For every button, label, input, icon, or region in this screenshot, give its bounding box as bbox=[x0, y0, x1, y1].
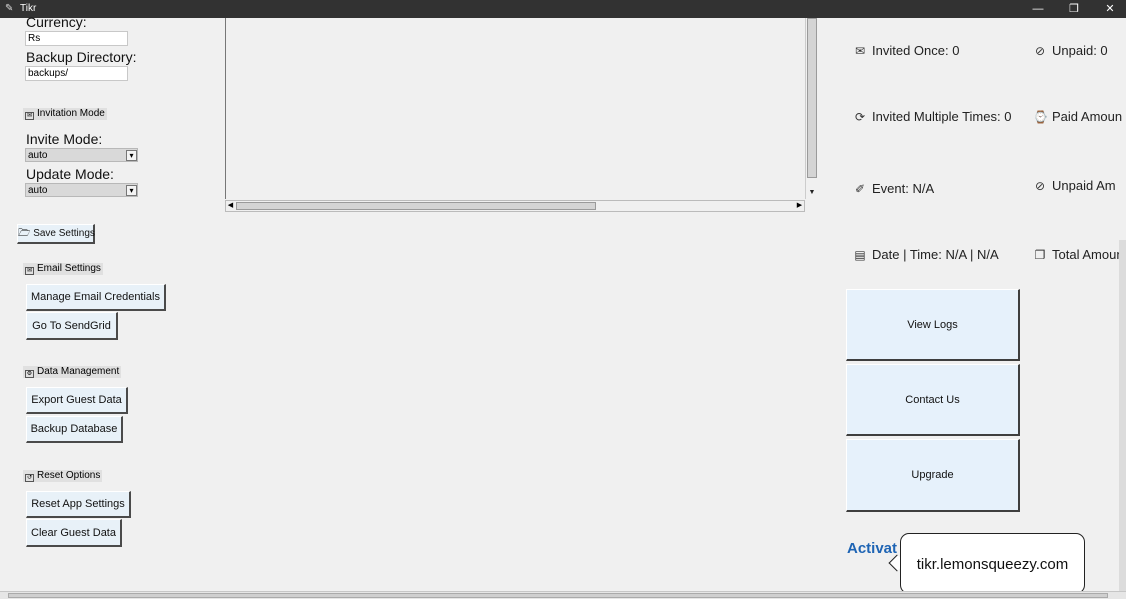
unpaid-stat: ⊘ Unpaid: 0 bbox=[1033, 43, 1108, 58]
invited-once-stat: ✉ Invited Once: 0 bbox=[853, 43, 959, 58]
prohibited-icon: ⊘ bbox=[1034, 44, 1046, 58]
window-scroll-thumb[interactable] bbox=[8, 593, 1108, 598]
data-management-section: ⚙ Data Management bbox=[23, 366, 122, 378]
backup-directory-input[interactable]: backups/ bbox=[25, 66, 128, 81]
party-popper-icon: ✐ bbox=[854, 182, 866, 196]
data-management-heading: Data Management bbox=[37, 366, 120, 377]
right-panel-scrollbar[interactable] bbox=[1119, 240, 1126, 592]
receipt-icon: ❐ bbox=[1034, 248, 1046, 262]
prohibited-icon: ⊘ bbox=[1034, 179, 1046, 193]
chevron-down-icon[interactable]: ▾ bbox=[126, 185, 137, 196]
reset-options-section: ↺ Reset Options bbox=[23, 470, 103, 482]
window-title: Tikr bbox=[20, 3, 37, 14]
envelope-icon: ✉ bbox=[25, 112, 34, 120]
email-settings-section: ✉ Email Settings bbox=[23, 263, 103, 275]
clear-guest-data-button[interactable]: Clear Guest Data bbox=[26, 519, 122, 547]
currency-label: Currency: bbox=[26, 14, 87, 30]
save-settings-button[interactable]: 🗁 Save Settings bbox=[17, 224, 95, 244]
reset-app-settings-button[interactable]: Reset App Settings bbox=[26, 491, 131, 518]
minimize-button[interactable]: — bbox=[1020, 0, 1056, 18]
reset-options-heading: Reset Options bbox=[37, 470, 101, 481]
invite-mode-value: auto bbox=[28, 150, 48, 161]
money-bag-icon: ⌚ bbox=[1033, 110, 1048, 124]
invite-mode-label: Invite Mode: bbox=[26, 131, 103, 147]
horizontal-scrollbar[interactable]: ◀ ▶ bbox=[225, 200, 805, 212]
activate-link[interactable]: Activat bbox=[847, 540, 900, 557]
event-text: Event: N/A bbox=[872, 181, 935, 196]
chevron-down-icon[interactable]: ▾ bbox=[126, 150, 137, 161]
date-time-text: Date | Time: N/A | N/A bbox=[872, 247, 999, 262]
total-amount-stat: ❐ Total Amoun bbox=[1033, 247, 1124, 262]
invite-mode-select[interactable]: auto ▾ bbox=[25, 148, 138, 162]
title-bar: ✎ Tikr — ❐ ✕ bbox=[0, 0, 1126, 18]
log-text-area[interactable] bbox=[225, 18, 805, 199]
url-tooltip: tikr.lemonsqueezy.com bbox=[900, 533, 1085, 594]
view-logs-button[interactable]: View Logs bbox=[846, 289, 1020, 361]
go-to-sendgrid-button[interactable]: Go To SendGrid bbox=[26, 312, 118, 340]
date-time-stat: ▤ Date | Time: N/A | N/A bbox=[853, 247, 999, 262]
save-settings-label: Save Settings bbox=[33, 228, 95, 239]
email-settings-heading: Email Settings bbox=[37, 263, 101, 274]
folder-icon: 🗁 bbox=[18, 228, 31, 239]
close-button[interactable]: ✕ bbox=[1092, 0, 1126, 18]
reset-icon: ↺ bbox=[25, 474, 34, 482]
calendar-icon: ▤ bbox=[854, 248, 866, 262]
scroll-left-arrow-icon[interactable]: ◀ bbox=[226, 201, 235, 211]
invited-once-text: Invited Once: 0 bbox=[872, 43, 960, 58]
total-amount-text: Total Amoun bbox=[1052, 247, 1124, 262]
manage-email-credentials-button[interactable]: Manage Email Credentials bbox=[26, 284, 166, 311]
backup-directory-label: Backup Directory: bbox=[26, 49, 137, 65]
invitation-mode-heading: Invitation Mode bbox=[37, 108, 105, 119]
upgrade-button[interactable]: Upgrade bbox=[846, 439, 1020, 512]
feather-icon: ✎ bbox=[5, 3, 14, 14]
paid-amount-stat: ⌚ Paid Amoun bbox=[1033, 109, 1122, 124]
repeat-icon: ⟳ bbox=[854, 110, 866, 124]
event-stat: ✐ Event: N/A bbox=[853, 181, 934, 196]
update-mode-select[interactable]: auto ▾ bbox=[25, 183, 138, 197]
mail-icon: ✉ bbox=[25, 267, 34, 275]
invitation-mode-section: ✉ Invitation Mode bbox=[23, 108, 107, 120]
unpaid-amount-text: Unpaid Am bbox=[1052, 178, 1116, 193]
update-mode-label: Update Mode: bbox=[26, 166, 114, 182]
envelope-open-icon: ✉ bbox=[854, 44, 866, 58]
unpaid-amount-stat: ⊘ Unpaid Am bbox=[1033, 178, 1116, 193]
horizontal-scroll-thumb[interactable] bbox=[236, 202, 596, 210]
gear-icon: ⚙ bbox=[25, 370, 34, 378]
currency-input[interactable]: Rs bbox=[25, 31, 128, 46]
invited-multiple-text: Invited Multiple Times: 0 bbox=[872, 109, 1012, 124]
invited-multiple-stat: ⟳ Invited Multiple Times: 0 bbox=[853, 109, 1011, 124]
restore-button[interactable]: ❐ bbox=[1056, 0, 1092, 18]
backup-database-button[interactable]: Backup Database bbox=[26, 416, 123, 443]
unpaid-text: Unpaid: 0 bbox=[1052, 43, 1108, 58]
vertical-scrollbar[interactable]: ▼ bbox=[805, 18, 818, 199]
vertical-scroll-thumb[interactable] bbox=[807, 18, 817, 178]
scroll-right-arrow-icon[interactable]: ▶ bbox=[795, 201, 804, 211]
update-mode-value: auto bbox=[28, 185, 48, 196]
window-horizontal-scrollbar[interactable] bbox=[0, 591, 1126, 599]
paid-amount-text: Paid Amoun bbox=[1052, 109, 1123, 124]
scroll-down-arrow-icon[interactable]: ▼ bbox=[807, 189, 817, 197]
export-guest-data-button[interactable]: Export Guest Data bbox=[26, 387, 128, 414]
contact-us-button[interactable]: Contact Us bbox=[846, 364, 1020, 436]
